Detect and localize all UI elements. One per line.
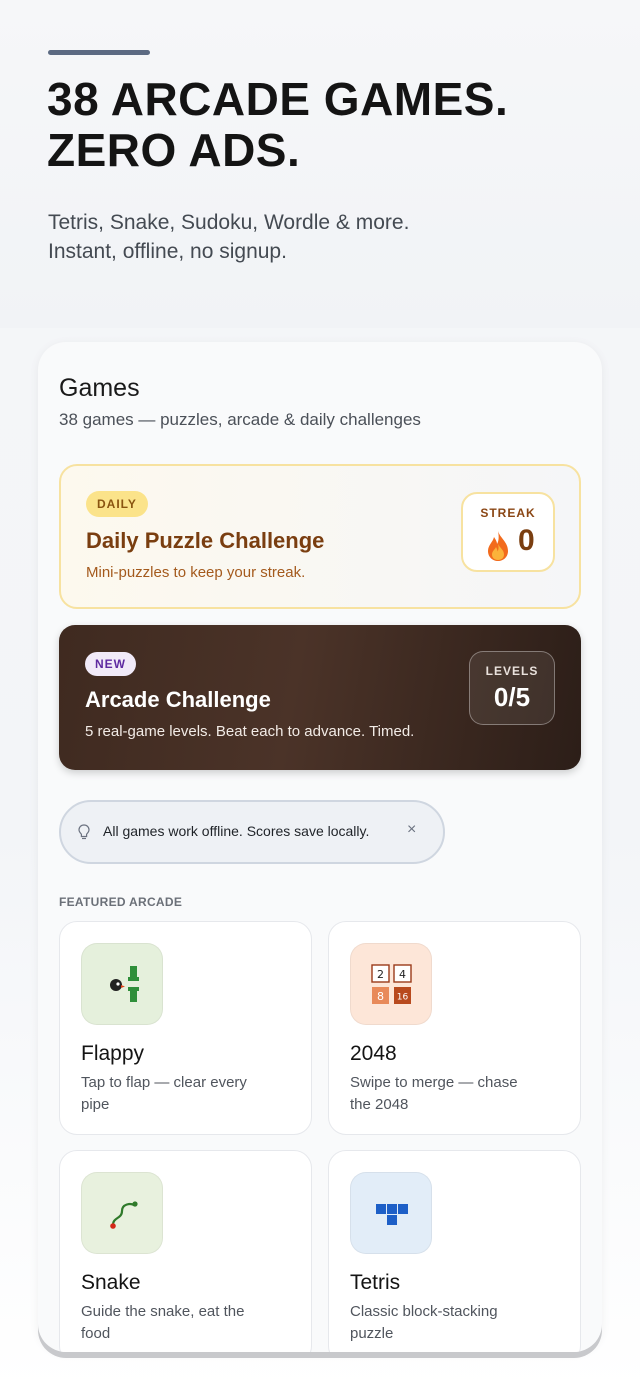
daily-title: Daily Puzzle Challenge (86, 528, 325, 553)
flame-icon (488, 531, 508, 561)
featured-arcade-label: FEATURED ARCADE (59, 895, 183, 909)
hero-title: 38 ARCADE GAMES. ZERO ADS. (47, 74, 607, 176)
levels-label: LEVELS (485, 664, 539, 678)
streak-label: STREAK (480, 506, 536, 520)
card-title: 2048 (350, 1042, 397, 1065)
card-title: Flappy (81, 1042, 145, 1065)
games-subtitle: 38 games — puzzles, arcade & daily chall… (59, 410, 421, 429)
flappy-bird-icon (81, 943, 163, 1025)
games-panel: Games 38 games — puzzles, arcade & daily… (38, 342, 602, 1352)
arcade-title: Arcade Challenge (85, 687, 271, 712)
card-description: Classic block-stacking puzzle (350, 1303, 498, 1342)
game-card-snake[interactable]: Snake Guide the snake, eat the food (59, 1150, 312, 1352)
tetris-icon (350, 1172, 432, 1254)
hero-accent-bar (48, 50, 150, 55)
hero-title-line2: ZERO ADS. (47, 124, 301, 176)
hero-subtitle: Tetris, Snake, Sudoku, Wordle & more. In… (48, 208, 608, 266)
daily-challenge-card[interactable]: DAILY Daily Puzzle Challenge Mini-puzzle… (59, 464, 581, 609)
game-card-flappy[interactable]: Flappy Tap to flap — clear every pipe (59, 921, 312, 1135)
levels-value: 0/5 (493, 682, 531, 712)
tile-2: 2 (377, 968, 384, 981)
daily-badge: DAILY (86, 491, 148, 517)
card-description: Tap to flap — clear every pipe (81, 1074, 247, 1113)
tiles-2048-icon: 2 4 8 16 (350, 943, 432, 1025)
hero-subtitle-line1: Tetris, Snake, Sudoku, Wordle & more. (48, 211, 410, 234)
streak-box: STREAK 0 (461, 492, 555, 572)
card-title: Tetris (350, 1271, 401, 1294)
card-description: Swipe to merge — chase the 2048 (350, 1074, 518, 1113)
close-icon[interactable]: × (407, 821, 416, 839)
arcade-challenge-card[interactable]: NEW Arcade Challenge 5 real-game levels.… (59, 625, 581, 770)
games-title: Games (59, 374, 140, 402)
new-badge: NEW (85, 652, 136, 676)
tile-16: 16 (397, 993, 409, 1003)
daily-subtitle: Mini-puzzles to keep your streak. (86, 564, 306, 581)
hero-title-line1: 38 ARCADE GAMES. (47, 73, 509, 125)
hero-section: 38 ARCADE GAMES. ZERO ADS. Tetris, Snake… (0, 0, 640, 328)
lightbulb-icon (78, 824, 90, 840)
game-card-tetris[interactable]: Tetris Classic block-stacking puzzle (328, 1150, 581, 1352)
card-description: Guide the snake, eat the food (81, 1303, 245, 1342)
levels-box: LEVELS 0/5 (469, 651, 555, 725)
snake-icon (81, 1172, 163, 1254)
tile-4: 4 (399, 968, 406, 981)
card-title: Snake (81, 1271, 141, 1294)
streak-value: 0 (518, 524, 535, 557)
hero-subtitle-line2: Instant, offline, no signup. (48, 240, 287, 263)
arcade-subtitle: 5 real-game levels. Beat each to advance… (85, 723, 415, 740)
offline-tip-banner: All games work offline. Scores save loca… (59, 800, 445, 864)
tip-text: All games work offline. Scores save loca… (103, 823, 370, 839)
game-card-2048[interactable]: 2 4 8 16 2048 Swipe to merge — chase the… (328, 921, 581, 1135)
tile-8: 8 (377, 990, 384, 1003)
